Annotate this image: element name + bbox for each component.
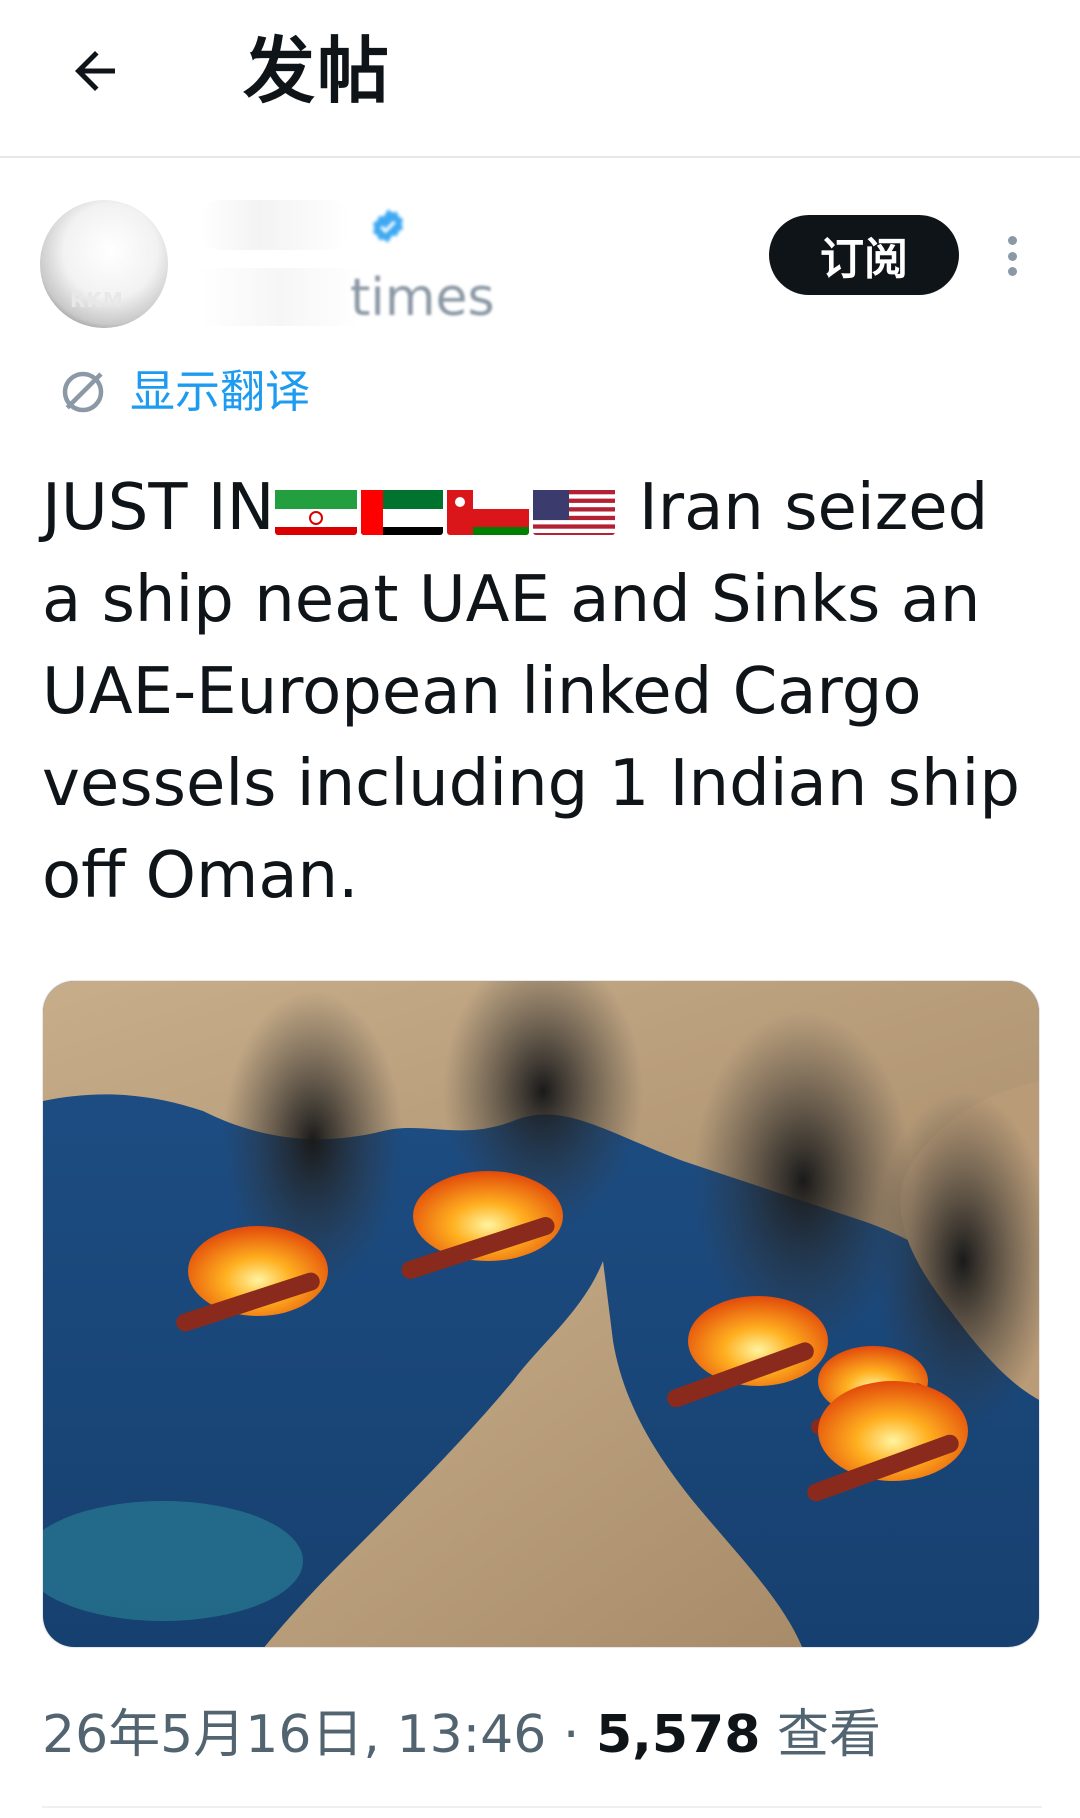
avatar[interactable]: RKM [40,200,168,328]
more-dot [1007,267,1017,276]
translate-label: 显示翻译 [130,365,311,418]
divider [42,1806,1042,1808]
timestamp[interactable]: 26年5月16日, 13:46 · [42,1705,596,1765]
top-bar: 发帖 [0,0,1080,158]
arrow-left-icon [75,51,115,91]
verified-badge-icon [365,203,411,249]
usa-flag-icon [532,479,615,535]
show-translation-button[interactable]: 显示翻译 [56,362,310,422]
uae-flag-icon [360,479,443,535]
media-illustration [43,981,1039,1647]
post-meta: 26年5月16日, 13:46 · 5,578 查看 [42,1700,881,1770]
views-label: 查看 [760,1705,881,1765]
oman-flag-icon [446,479,529,535]
views-count: 5,578 [595,1705,761,1765]
more-options-button[interactable] [990,228,1034,284]
translate-icon [62,371,104,413]
subscribe-button[interactable]: 订阅 [769,215,959,295]
burning-ships-image[interactable] [42,980,1040,1648]
avatar-text: RKM [70,288,124,312]
page-title: 发帖 [243,29,392,113]
iran-flag-icon [274,479,357,535]
author-name[interactable] [200,200,350,250]
author-handle[interactable]: times [350,268,495,328]
post-page: 发帖 RKM times 订阅 显示翻译 JUST IN Iran seized… [0,0,1080,1818]
tweet-text-prefix: JUST IN [42,471,275,545]
author-handle-prefix [200,268,360,326]
more-vertical-icon [1007,236,1017,245]
more-dot [1007,251,1017,261]
back-button[interactable] [60,36,130,106]
tweet-text: JUST IN Iran seized a ship neat UAE and … [42,462,1042,922]
